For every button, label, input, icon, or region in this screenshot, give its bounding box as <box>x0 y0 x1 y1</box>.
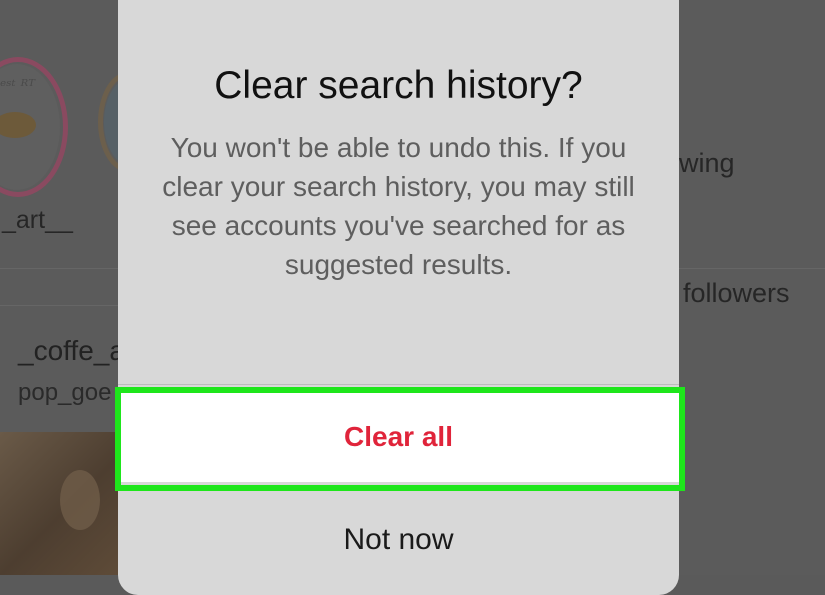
story-username: _art__ <box>2 206 73 234</box>
story-avatar-ring <box>0 57 68 197</box>
divider <box>679 268 825 269</box>
profile-stat-following: wing <box>679 148 735 178</box>
post-thumbnail <box>0 432 118 575</box>
dialog-title: Clear search history? <box>214 64 583 107</box>
divider <box>0 268 118 269</box>
dialog-message: You won't be able to undo this. If you c… <box>162 132 635 280</box>
divider <box>0 305 118 306</box>
not-now-button[interactable]: Not now <box>118 500 679 580</box>
profile-stat-followers: followers <box>683 278 790 308</box>
dialog-divider <box>118 384 679 385</box>
search-result-subtext: pop_goe <box>18 379 112 406</box>
clear-history-dialog: Clear search history? You won't be able … <box>118 0 679 595</box>
post-thumbnail-detail <box>60 470 100 530</box>
clear-all-button[interactable]: Clear all <box>118 392 679 482</box>
search-result-username: _coffe_a <box>18 335 125 366</box>
